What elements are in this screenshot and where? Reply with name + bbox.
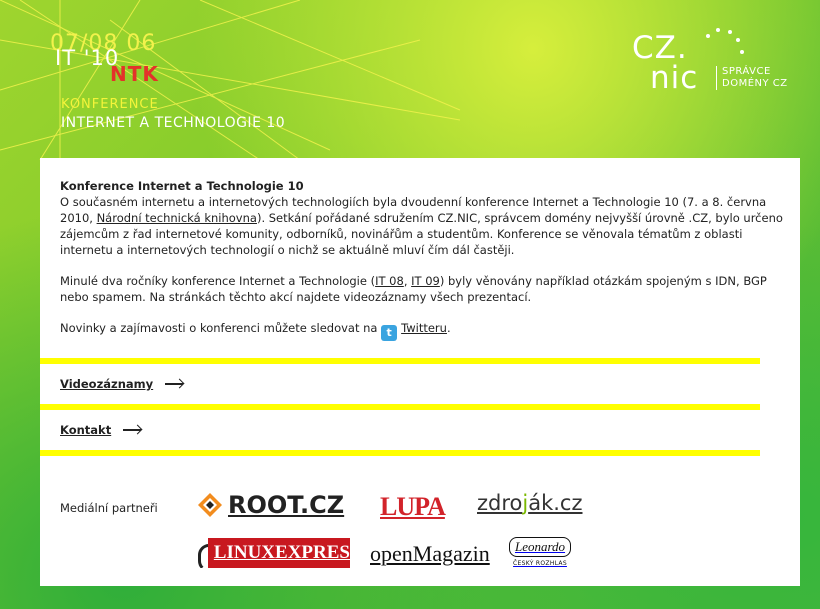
intro-text-segment: Novinky a zajímavosti o konferenci můžet… (60, 321, 382, 335)
logo-tagline-1: SPRÁVCE (722, 66, 771, 77)
arrow-right-icon (165, 379, 185, 389)
arrow-right-icon (123, 425, 143, 435)
videos-link-label: Videozáznamy (60, 377, 154, 391)
logo-dot (706, 34, 710, 38)
divider-bar (40, 404, 760, 410)
partners-label: Mediální partneři (60, 501, 158, 515)
intro-text: Konference Internet a Technologie 10 O so… (60, 178, 785, 356)
zdrojak-logo[interactable]: zdroják.cz (477, 491, 583, 515)
intro-paragraph-1: Konference Internet a Technologie 10 O so… (60, 178, 785, 258)
leonardo-text: Leonardo (508, 537, 572, 557)
it09-link[interactable]: IT 09 (411, 274, 440, 288)
header-kicker: KONFERENCE (61, 97, 159, 112)
venue-code: NTK (110, 62, 159, 86)
linux-pen-icon (192, 538, 208, 568)
logo-dot (740, 50, 744, 54)
it08-link[interactable]: IT 08 (375, 274, 404, 288)
linuxexpres-logo[interactable]: LINUXEXPRES (192, 538, 350, 568)
lupa-logo[interactable]: LUPA (380, 492, 446, 522)
divider-bar (40, 450, 760, 456)
logo-tagline-2: DOMÉNY CZ (722, 78, 788, 89)
page-title: INTERNET A TECHNOLOGIE 10 (61, 115, 286, 131)
intro-paragraph-2: Minulé dva ročníky konference Internet a… (60, 273, 785, 305)
intro-heading: Konference Internet a Technologie 10 (60, 179, 304, 193)
logo-dot (728, 30, 732, 34)
openmagazin-logo[interactable]: openMagazin (370, 541, 490, 567)
leonardo-subtext: ČESKÝ ROZHLAS (513, 560, 567, 567)
twitter-link[interactable]: Twitteru (401, 321, 447, 335)
intro-paragraph-3: Novinky a zajímavosti o konferenci můžet… (60, 320, 785, 341)
intro-text-segment: Minulé dva ročníky konference Internet a… (60, 274, 376, 288)
zdrojak-text-b: ák.cz (528, 491, 583, 515)
leonardo-logo[interactable]: Leonardo ČESKÝ ROZHLAS (508, 537, 572, 573)
videos-link[interactable]: Videozáznamy (60, 377, 185, 391)
root-cz-text: ROOT.CZ (228, 491, 345, 519)
root-logo-icon (198, 493, 222, 517)
divider-bar (40, 358, 760, 364)
cznic-logo[interactable]: CZ. nic SPRÁVCE DOMÉNY CZ (632, 28, 792, 96)
logo-dot (716, 28, 720, 32)
linuxexpres-text: LINUXEXPRES (213, 542, 350, 563)
contact-link[interactable]: Kontakt (60, 423, 143, 437)
header-banner: 07/08 06 IT '10 NTK KONFERENCE INTERNET … (0, 0, 820, 158)
logo-line2: nic (650, 60, 699, 96)
logo-dot (736, 38, 740, 42)
logo-divider (716, 66, 717, 90)
ntk-link[interactable]: Národní technická knihovna (97, 211, 257, 225)
zdrojak-text-a: zdro (477, 491, 523, 515)
root-cz-logo[interactable]: ROOT.CZ (197, 491, 344, 519)
twitter-icon[interactable]: t (381, 325, 398, 341)
content-panel: Konference Internet a Technologie 10 O so… (40, 158, 800, 586)
contact-link-label: Kontakt (60, 423, 112, 437)
intro-text-segment: . (446, 321, 451, 335)
